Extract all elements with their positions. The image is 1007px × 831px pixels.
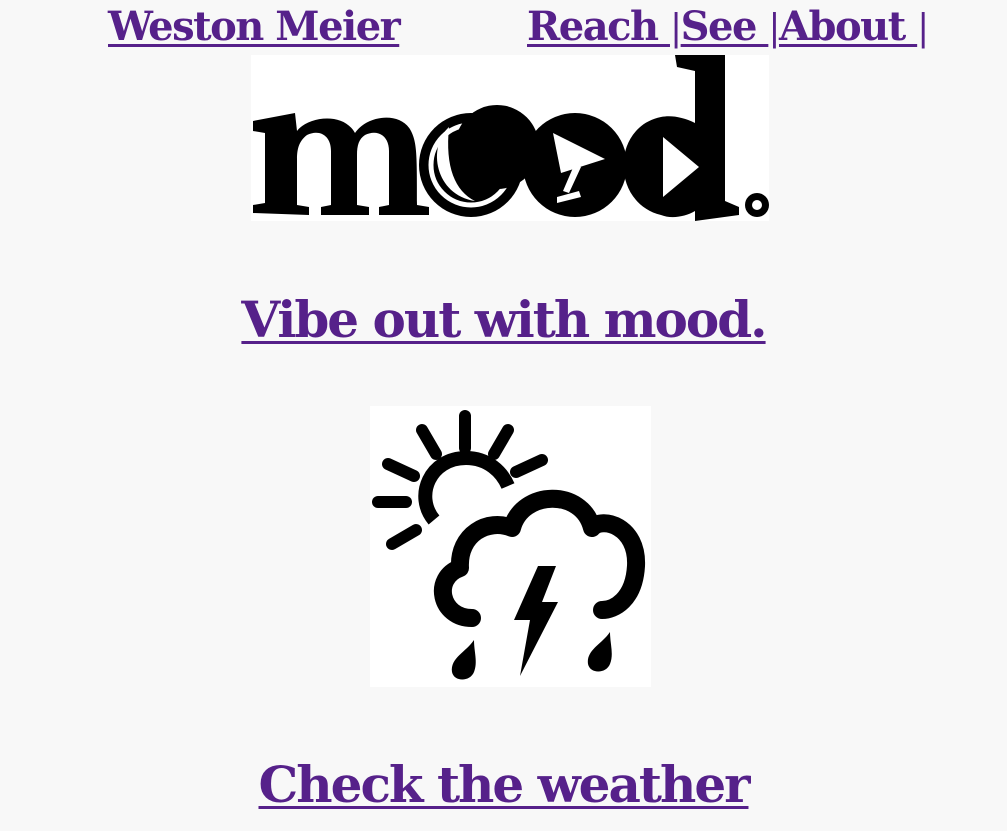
nav-about-link[interactable]: About [779, 3, 917, 50]
nav-separator: | [917, 8, 929, 49]
nav-separator: | [768, 8, 780, 49]
nav-separator: | [669, 8, 682, 49]
nav-see-link[interactable]: See [681, 3, 769, 50]
nav-reach-link[interactable]: Reach [527, 3, 670, 50]
top-nav: Reach |See |About | [527, 2, 929, 54]
mood-logo [253, 55, 769, 221]
mood-link[interactable]: Vibe out with mood. [0, 290, 1007, 350]
logo-period [745, 193, 769, 217]
weather-image[interactable] [370, 406, 651, 687]
weather-storm-icon [372, 410, 645, 680]
cocktail-icon [523, 113, 627, 217]
logo-letter-m [253, 113, 429, 215]
mood-logo-image[interactable] [251, 55, 769, 221]
play-icon [623, 55, 739, 221]
moon-icon [419, 105, 539, 217]
weather-link[interactable]: Check the weather [0, 755, 1007, 815]
site-title-link[interactable]: Weston Meier [108, 2, 401, 52]
